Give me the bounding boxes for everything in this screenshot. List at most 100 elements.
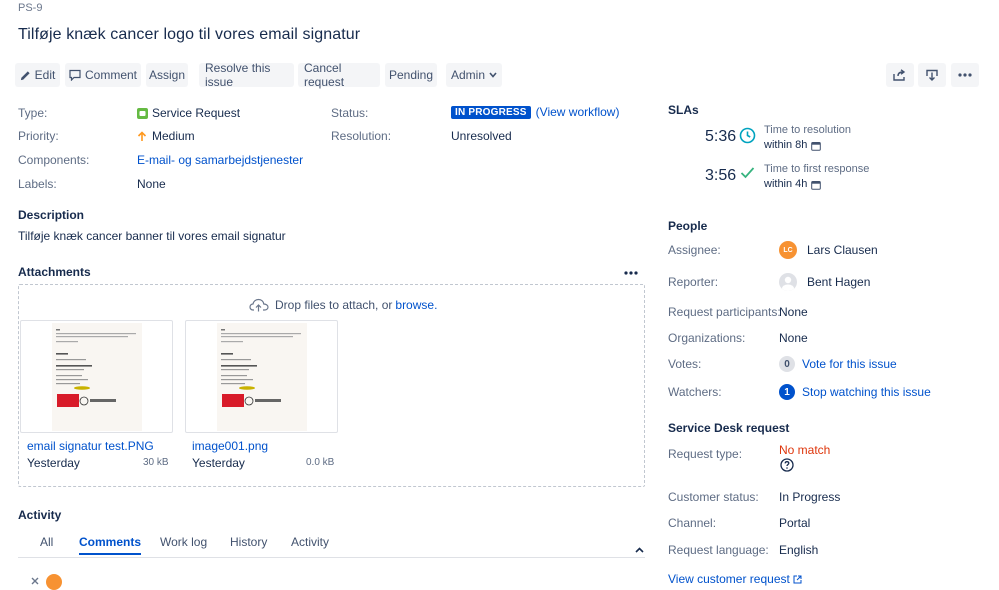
comment-icon: [69, 69, 81, 81]
more-icon: [958, 73, 972, 77]
browse-link[interactable]: browse.: [395, 298, 437, 312]
customer-status-label: Customer status:: [668, 490, 759, 504]
request-language-value: English: [779, 543, 819, 557]
votes-value: 0 Vote for this issue: [779, 356, 897, 372]
sla-within-text: within 8h: [764, 139, 808, 151]
share-icon: [893, 69, 907, 81]
edit-label: Edit: [34, 68, 56, 82]
priority-text: Medium: [152, 129, 195, 143]
people-title: People: [668, 219, 708, 233]
cancel-request-button[interactable]: Cancel request: [298, 61, 380, 89]
assign-button[interactable]: Assign: [146, 63, 188, 87]
assignee-name: Lars Clausen: [807, 243, 878, 257]
components-link[interactable]: E-mail- og samarbejdstjenester: [137, 153, 303, 167]
service-desk-title: Service Desk request: [668, 421, 790, 435]
sla-within: within 4h: [764, 177, 869, 192]
issue-key[interactable]: PS-9: [18, 2, 42, 14]
description-title: Description: [18, 208, 85, 222]
reporter-name: Bent Hagen: [807, 275, 871, 289]
view-workflow-link[interactable]: (View workflow): [536, 105, 620, 119]
request-participants-label: Request participants:: [668, 305, 781, 319]
resolution-value: Unresolved: [451, 129, 512, 143]
issue-title: Tilføje knæk cancer logo til vores email…: [18, 26, 361, 43]
description-text[interactable]: Tilføje knæk cancer banner til vores ema…: [18, 229, 286, 243]
chevron-down-icon: [489, 72, 497, 78]
vote-link[interactable]: Vote for this issue: [802, 357, 897, 371]
edit-button[interactable]: Edit: [15, 63, 60, 87]
attachment-preview-image: [217, 323, 307, 431]
view-customer-request-link[interactable]: View customer request: [668, 572, 802, 586]
type-value: Service Request: [137, 106, 240, 120]
organizations-value[interactable]: None: [779, 331, 808, 345]
attachments-title: Attachments: [18, 265, 91, 279]
sla-time: 5:36: [705, 128, 737, 145]
slas-title: SLAs: [668, 103, 699, 117]
sla-label: Time to first response: [764, 163, 870, 175]
cancel-label: Cancel request: [304, 61, 345, 89]
clock-icon: [739, 127, 756, 147]
labels-value[interactable]: None: [137, 177, 166, 191]
resolve-label: Resolve this issue: [205, 61, 271, 89]
resolve-issue-button[interactable]: Resolve this issue: [199, 61, 294, 89]
attachment-thumbnail[interactable]: [20, 320, 173, 433]
organizations-label: Organizations:: [668, 331, 746, 345]
tab-work-log[interactable]: Work log: [160, 535, 207, 549]
request-language-label: Request language:: [668, 543, 769, 557]
priority-label: Priority:: [18, 129, 59, 143]
comment-button[interactable]: Comment: [65, 63, 141, 87]
admin-dropdown[interactable]: Admin: [446, 63, 502, 87]
attachments-options-button[interactable]: [624, 263, 638, 278]
share-button[interactable]: [886, 63, 914, 87]
attachment-size: 0.0 kB: [306, 457, 335, 468]
pending-label: Pending: [388, 68, 434, 82]
customer-status-value: In Progress: [779, 490, 841, 504]
status-label: Status:: [331, 106, 369, 120]
watchers-count-badge[interactable]: 1: [779, 384, 795, 400]
channel-label: Channel:: [668, 516, 717, 530]
status-badge[interactable]: IN PROGRESS: [451, 105, 531, 119]
votes-count-badge: 0: [779, 356, 795, 372]
attachment-name-link[interactable]: email signatur test.PNG: [27, 439, 154, 453]
attachment-dropzone[interactable]: Drop files to attach, or browse. email s…: [18, 284, 645, 487]
assignee-value[interactable]: LC Lars Clausen: [779, 241, 878, 259]
request-participants-value[interactable]: None: [779, 305, 808, 319]
stop-watching-link[interactable]: Stop watching this issue: [802, 385, 931, 399]
comment-label: Comment: [85, 68, 138, 82]
attachment-date: Yesterday: [192, 456, 245, 470]
attachment-name-link[interactable]: image001.png: [192, 439, 268, 453]
help-icon[interactable]: [780, 458, 794, 475]
pending-button[interactable]: Pending: [385, 63, 437, 87]
tab-history[interactable]: History: [230, 535, 267, 549]
sort-toggle-button[interactable]: [635, 541, 644, 556]
assign-label: Assign: [148, 68, 186, 82]
watchers-value: 1 Stop watching this issue: [779, 384, 931, 400]
tab-all[interactable]: All: [40, 535, 53, 549]
tab-activity[interactable]: Activity: [291, 535, 329, 549]
view-customer-request-text: View customer request: [668, 572, 790, 586]
labels-label: Labels:: [18, 177, 57, 191]
sla-time: 3:56: [705, 167, 737, 184]
drop-text-label: Drop files to attach, or: [275, 298, 393, 312]
request-type-value[interactable]: No match: [779, 443, 830, 457]
export-icon: [925, 69, 939, 81]
reporter-label: Reporter:: [668, 275, 719, 289]
watchers-label: Watchers:: [668, 385, 722, 399]
export-button[interactable]: [918, 63, 946, 87]
tab-comments[interactable]: Comments: [79, 535, 142, 555]
more-actions-button[interactable]: [951, 63, 979, 87]
sla-detail: Time to first response within 4h: [764, 162, 869, 192]
sla-within-text: within 4h: [764, 178, 808, 190]
avatar: [46, 574, 62, 590]
checkmark-icon: [740, 166, 755, 182]
attachment-thumbnail[interactable]: [185, 320, 338, 433]
assignee-label: Assignee:: [668, 243, 721, 257]
sla-detail: Time to resolution within 8h: [764, 123, 851, 153]
avatar: LC: [779, 241, 797, 259]
avatar: [779, 273, 797, 291]
sla-within: within 8h: [764, 138, 851, 153]
reporter-value[interactable]: Bent Hagen: [779, 273, 870, 291]
components-label: Components:: [18, 153, 90, 167]
activity-title: Activity: [18, 508, 62, 522]
comment-collapse-icon[interactable]: [30, 574, 40, 585]
status-value: IN PROGRESS (View workflow): [451, 105, 619, 119]
